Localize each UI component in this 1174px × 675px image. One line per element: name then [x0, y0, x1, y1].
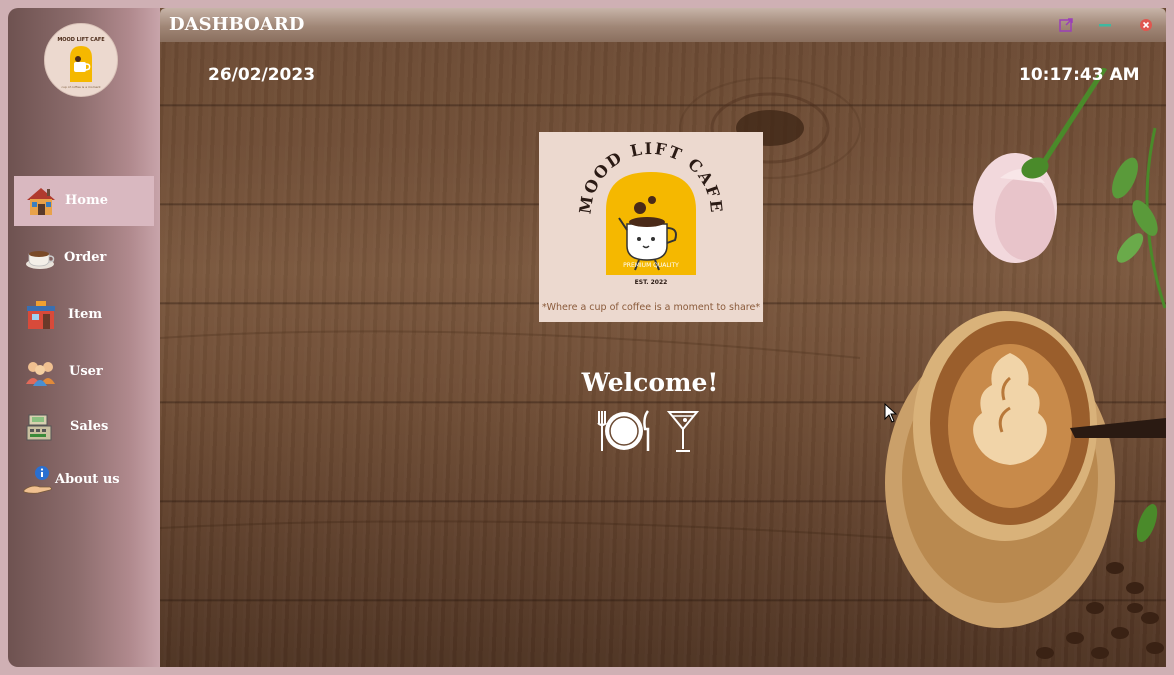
- page-title: DASHBOARD: [169, 14, 305, 35]
- sidebar: MOOD LIFT CAFE cup of coffee is a moment…: [8, 8, 160, 667]
- sidebar-item-item[interactable]: Item: [14, 290, 154, 340]
- sidebar-item-label: User: [69, 364, 103, 379]
- sidebar-item-order[interactable]: Order: [14, 233, 154, 283]
- minimize-icon[interactable]: [1097, 17, 1113, 33]
- mouse-cursor-icon: [884, 403, 898, 423]
- sidebar-item-label: Item: [68, 307, 103, 322]
- svg-text:MOOD LIFT CAFE: MOOD LIFT CAFE: [57, 37, 105, 43]
- sidebar-item-label: Sales: [70, 419, 109, 434]
- time-label: 10:17:43 AM: [1019, 65, 1140, 85]
- sidebar-item-label: Order: [64, 250, 107, 265]
- logo-established: EST. 2022: [635, 279, 668, 286]
- cafe-logo-icon: MOOD LIFT CAFE PREMIUM QUALITY EST. 2022…: [542, 139, 760, 313]
- plate-cutlery-icon: [597, 410, 650, 451]
- date-label: 26/02/2023: [208, 65, 316, 85]
- cocktail-glass-icon: [667, 411, 699, 452]
- cafe-logo-icon: MOOD LIFT CAFE cup of coffee is a moment: [57, 37, 105, 89]
- sidebar-item-home[interactable]: Home: [14, 176, 154, 226]
- sidebar-item-about-us[interactable]: About us: [14, 455, 154, 505]
- sidebar-item-label: About us: [55, 472, 120, 487]
- sidebar-item-label: Home: [65, 193, 108, 208]
- welcome-heading: Welcome!: [581, 368, 719, 397]
- rose-image: [973, 68, 1166, 309]
- cash-register-icon: [26, 414, 52, 441]
- main-content: DASHBOARD 26/02/2023 10:17:43 AM MOOD LI…: [160, 8, 1166, 667]
- logo-slogan: *Where a cup of coffee is a moment to sh…: [542, 302, 760, 313]
- close-icon[interactable]: [1138, 17, 1154, 33]
- title-bar: DASHBOARD: [160, 8, 1166, 42]
- svg-text:cup of coffee is a moment: cup of coffee is a moment: [61, 85, 101, 89]
- sidebar-logo: MOOD LIFT CAFE cup of coffee is a moment: [44, 23, 118, 97]
- store-icon: [27, 301, 55, 329]
- house-icon: [27, 188, 55, 215]
- users-icon: [26, 362, 55, 386]
- app-window: MOOD LIFT CAFE cup of coffee is a moment…: [0, 0, 1174, 675]
- coffee-cup-image: [885, 311, 1166, 659]
- center-logo: MOOD LIFT CAFE PREMIUM QUALITY EST. 2022…: [539, 132, 763, 322]
- sidebar-item-user[interactable]: User: [14, 347, 154, 397]
- sidebar-item-sales[interactable]: Sales: [14, 402, 154, 452]
- info-hand-icon: [23, 466, 52, 494]
- popout-icon[interactable]: [1058, 17, 1074, 33]
- logo-tagline: PREMIUM QUALITY: [623, 262, 679, 269]
- coffee-cup-icon: [26, 251, 55, 269]
